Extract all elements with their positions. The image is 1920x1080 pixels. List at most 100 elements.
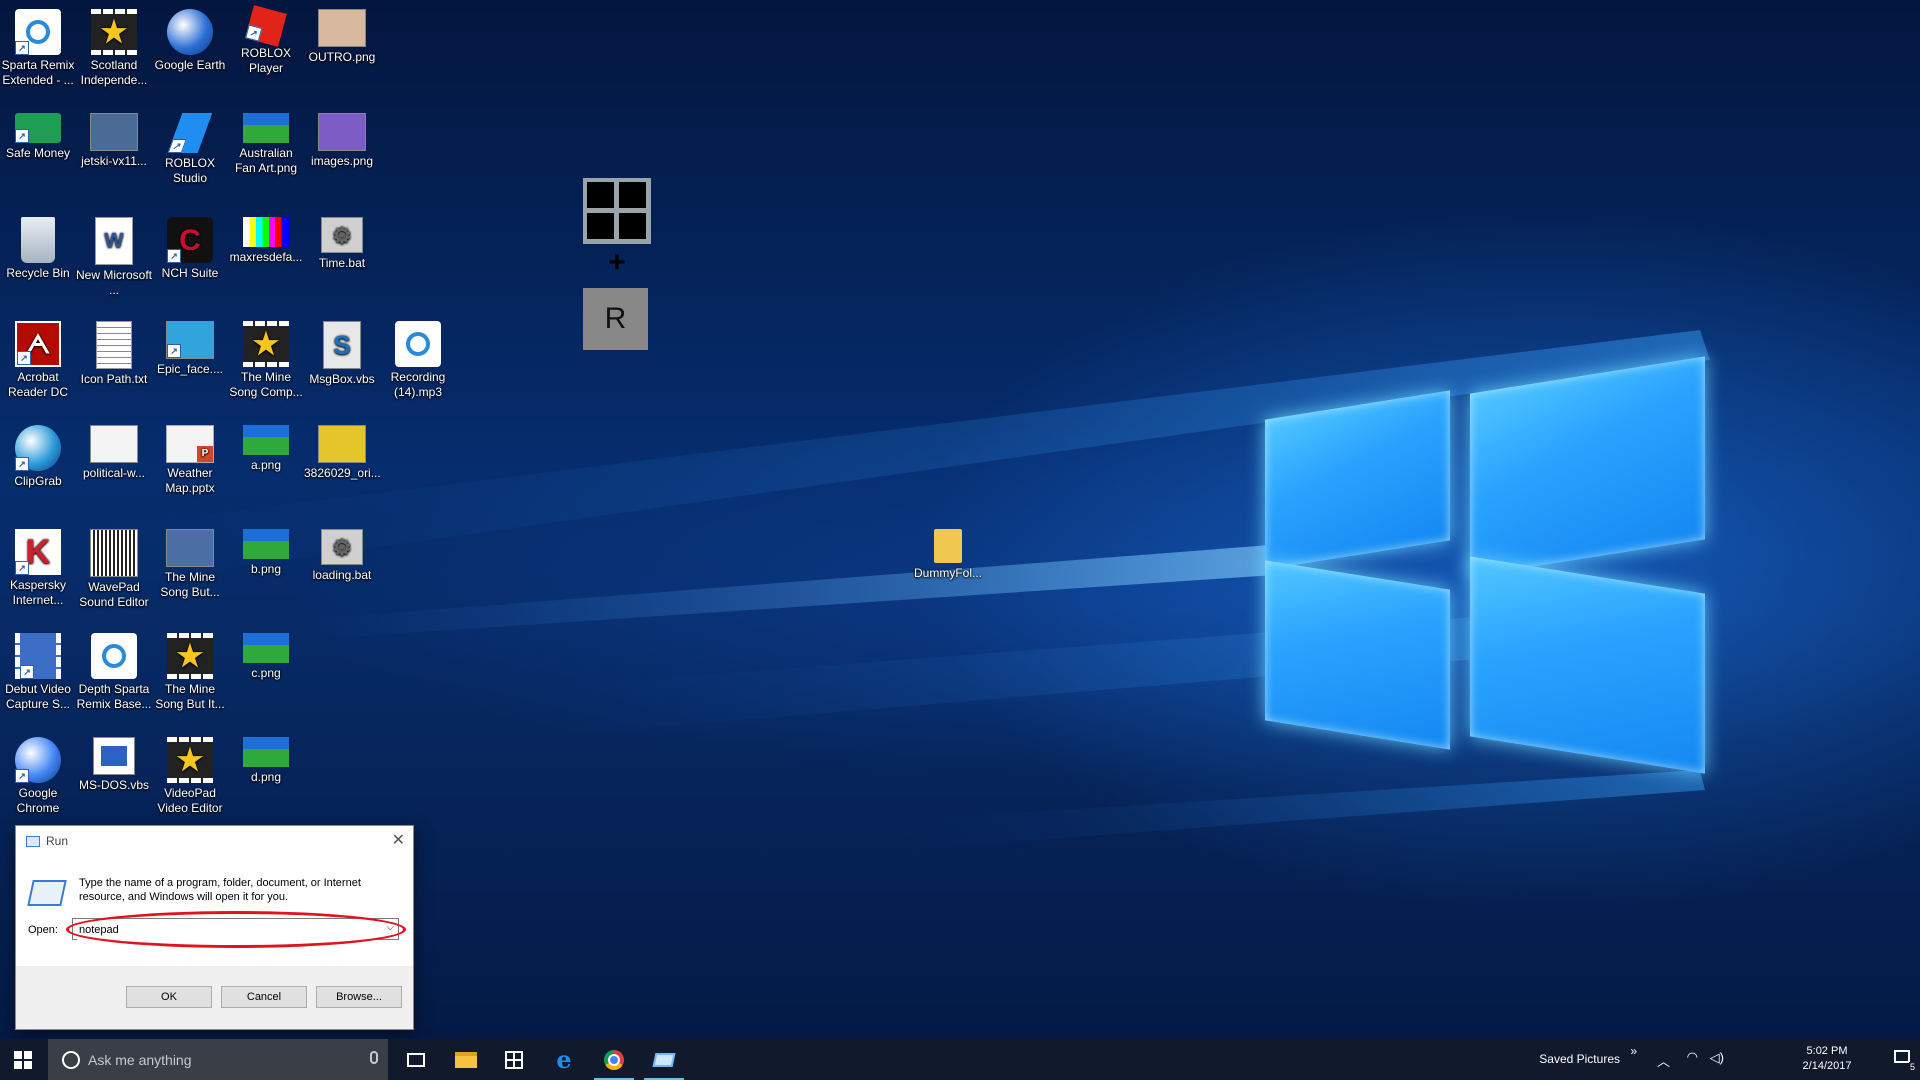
desktop-icon[interactable]: ★ Scotland Independe... [76,6,152,88]
desktop-icon[interactable]: ★ The Mine Song But It... [152,630,228,712]
desktop-icon[interactable]: maxresdefa... [228,214,304,265]
desktop-icon[interactable]: MS-DOS.vbs [76,734,152,793]
run-description: Type the name of a program, folder, docu… [79,877,361,903]
desktop-icon[interactable]: b.png [228,526,304,577]
wifi-icon[interactable]: ◠ [1687,1049,1698,1065]
waveform-icon [90,529,138,577]
store-button[interactable] [490,1039,538,1080]
desktop-icon[interactable]: C ↗ NCH Suite [152,214,228,281]
desktop-icon[interactable]: Australian Fan Art.png [228,110,304,176]
run-titlebar[interactable]: Run [16,826,413,856]
desktop-icon[interactable]: ↗ ROBLOX Player [228,5,304,76]
chevron-up-icon[interactable]: ︿ [1657,1051,1670,1070]
shortcut-arrow-icon: ↗ [17,351,31,365]
close-icon[interactable]: ✕ [392,830,405,850]
desktop-icon[interactable]: ↗ Debut Video Capture S... [0,630,76,712]
desktop-icon-label: Time.bat [318,256,366,270]
shortcut-arrow-icon: ↗ [15,457,29,471]
volume-icon[interactable]: ◁) [1710,1050,1724,1066]
desktop-icon[interactable]: ↗ Google Chrome [0,734,76,816]
open-combobox[interactable]: ⌵ [72,918,399,940]
file-explorer-button[interactable] [442,1039,490,1080]
desktop-icon[interactable]: ⚙ Time.bat [304,214,380,271]
desktop-icon[interactable]: P Weather Map.pptx [152,422,228,496]
toolbar-overflow-icon[interactable]: » [1630,1044,1637,1058]
desktop-icon[interactable]: ⚙ loading.bat [304,526,380,583]
desktop-icon-label: d.png [250,770,282,784]
star-video-icon: ★ [167,737,213,783]
shortcut-arrow-icon: ↗ [15,41,29,55]
desktop-icon[interactable]: Icon Path.txt [76,318,152,387]
start-button[interactable] [0,1039,46,1080]
desktop-icon[interactable]: ᗅ ↗ Acrobat Reader DC [0,318,76,400]
desktop-icon[interactable]: a.png [228,422,304,473]
desktop-icon-label: Recording (14).mp3 [390,370,446,399]
desktop-icon-label: OUTRO.png [308,50,376,64]
desktop-icon[interactable]: d.png [228,734,304,785]
desktop-icon[interactable]: ★ VideoPad Video Editor [152,734,228,816]
ok-button[interactable]: OK [126,986,212,1008]
desktop-icon[interactable]: S MsgBox.vbs [304,318,380,387]
chevron-down-icon[interactable]: ⌵ [386,922,394,933]
recycle-bin-icon [21,217,55,263]
desktop-icon-label: Safe Money [5,146,71,160]
edge-button[interactable]: e [540,1039,588,1080]
film-icon: ↗ [15,633,61,679]
pdf-icon: ᗅ ↗ [15,321,61,367]
cancel-button[interactable]: Cancel [221,986,307,1008]
desktop-icon[interactable]: ★ The Mine Song Comp... [228,318,304,400]
desktop-icon[interactable]: K ↗ Kaspersky Internet... [0,526,76,608]
desktop-icon-label: a.png [250,458,282,472]
microphone-icon[interactable] [370,1051,378,1064]
chrome-icon: ↗ [15,737,61,783]
desktop-icon[interactable]: images.png [304,110,380,169]
script-window-icon [93,737,135,775]
search-box[interactable]: Ask me anything [48,1039,388,1080]
task-view-button[interactable] [392,1039,440,1080]
run-dialog: Run ✕ Type the name of a program, folder… [15,825,414,1030]
desktop-icon[interactable]: jetski-vx11... [76,110,152,169]
desktop-icon[interactable]: Recording (14).mp3 [380,318,456,400]
desktop-icon-label: loading.bat [312,568,372,582]
desktop-icon[interactable]: ↗ Sparta Remix Extended - ... [0,6,76,88]
windows-start-icon [14,1050,32,1069]
run-taskbar-button[interactable] [640,1039,688,1080]
desktop-icon[interactable]: W New Microsoft ... [76,214,152,298]
color-bars-icon [243,217,289,247]
desktop-icon[interactable]: Depth Sparta Remix Base... [76,630,152,712]
notification-count: 5 [1908,1062,1916,1072]
desktop-icon[interactable]: Google Earth [152,6,228,73]
saved-pictures-toolbar[interactable]: Saved Pictures [1539,1052,1620,1066]
desktop-icon[interactable]: The Mine Song But... [152,526,228,600]
desktop-icon-label: images.png [310,154,374,168]
desktop-icon[interactable]: ↗ Epic_face.... [152,318,228,377]
search-placeholder: Ask me anything [88,1051,192,1068]
roblox-icon: ↗ [245,5,287,47]
browse-button[interactable]: Browse... [316,986,402,1008]
open-input[interactable] [77,920,371,940]
word-doc-icon: W [95,217,133,265]
desktop-icon[interactable]: OUTRO.png [304,6,380,65]
desktop-icon[interactable]: DummyFol... [910,526,986,581]
desktop-icon[interactable]: ↗ ClipGrab [0,422,76,489]
desktop-icon-label: jetski-vx11... [81,154,147,168]
desktop[interactable]: ↗ Sparta Remix Extended - ... ★ Scotland In… [0,0,1920,1039]
desktop-icon[interactable]: 3826029_ori... [304,422,381,481]
desktop-icon-label: ClipGrab [14,474,62,488]
desktop-icon-label: maxresdefa... [229,250,303,264]
nch-icon: C ↗ [167,217,213,263]
action-center-button[interactable]: 5 [1892,1048,1916,1072]
desktop-icon[interactable]: Recycle Bin [0,214,76,281]
card-icon: ↗ [15,113,61,143]
chrome-taskbar-button[interactable] [590,1039,638,1080]
desktop-icon[interactable]: ↗ Safe Money [0,110,76,161]
clock[interactable]: 5:02 PM 2/14/2017 [1792,1044,1862,1074]
desktop-icon[interactable]: ↗ ROBLOX Studio [152,110,228,186]
kaspersky-icon: K ↗ [15,529,61,575]
desktop-icon[interactable]: WavePad Sound Editor [76,526,152,610]
desktop-icon[interactable]: political-w... [76,422,152,481]
flag-image-icon [243,737,289,767]
desktop-icon[interactable]: c.png [228,630,304,681]
run-title: Run [46,834,69,848]
desktop-icon-label: 3826029_ori... [304,466,381,480]
